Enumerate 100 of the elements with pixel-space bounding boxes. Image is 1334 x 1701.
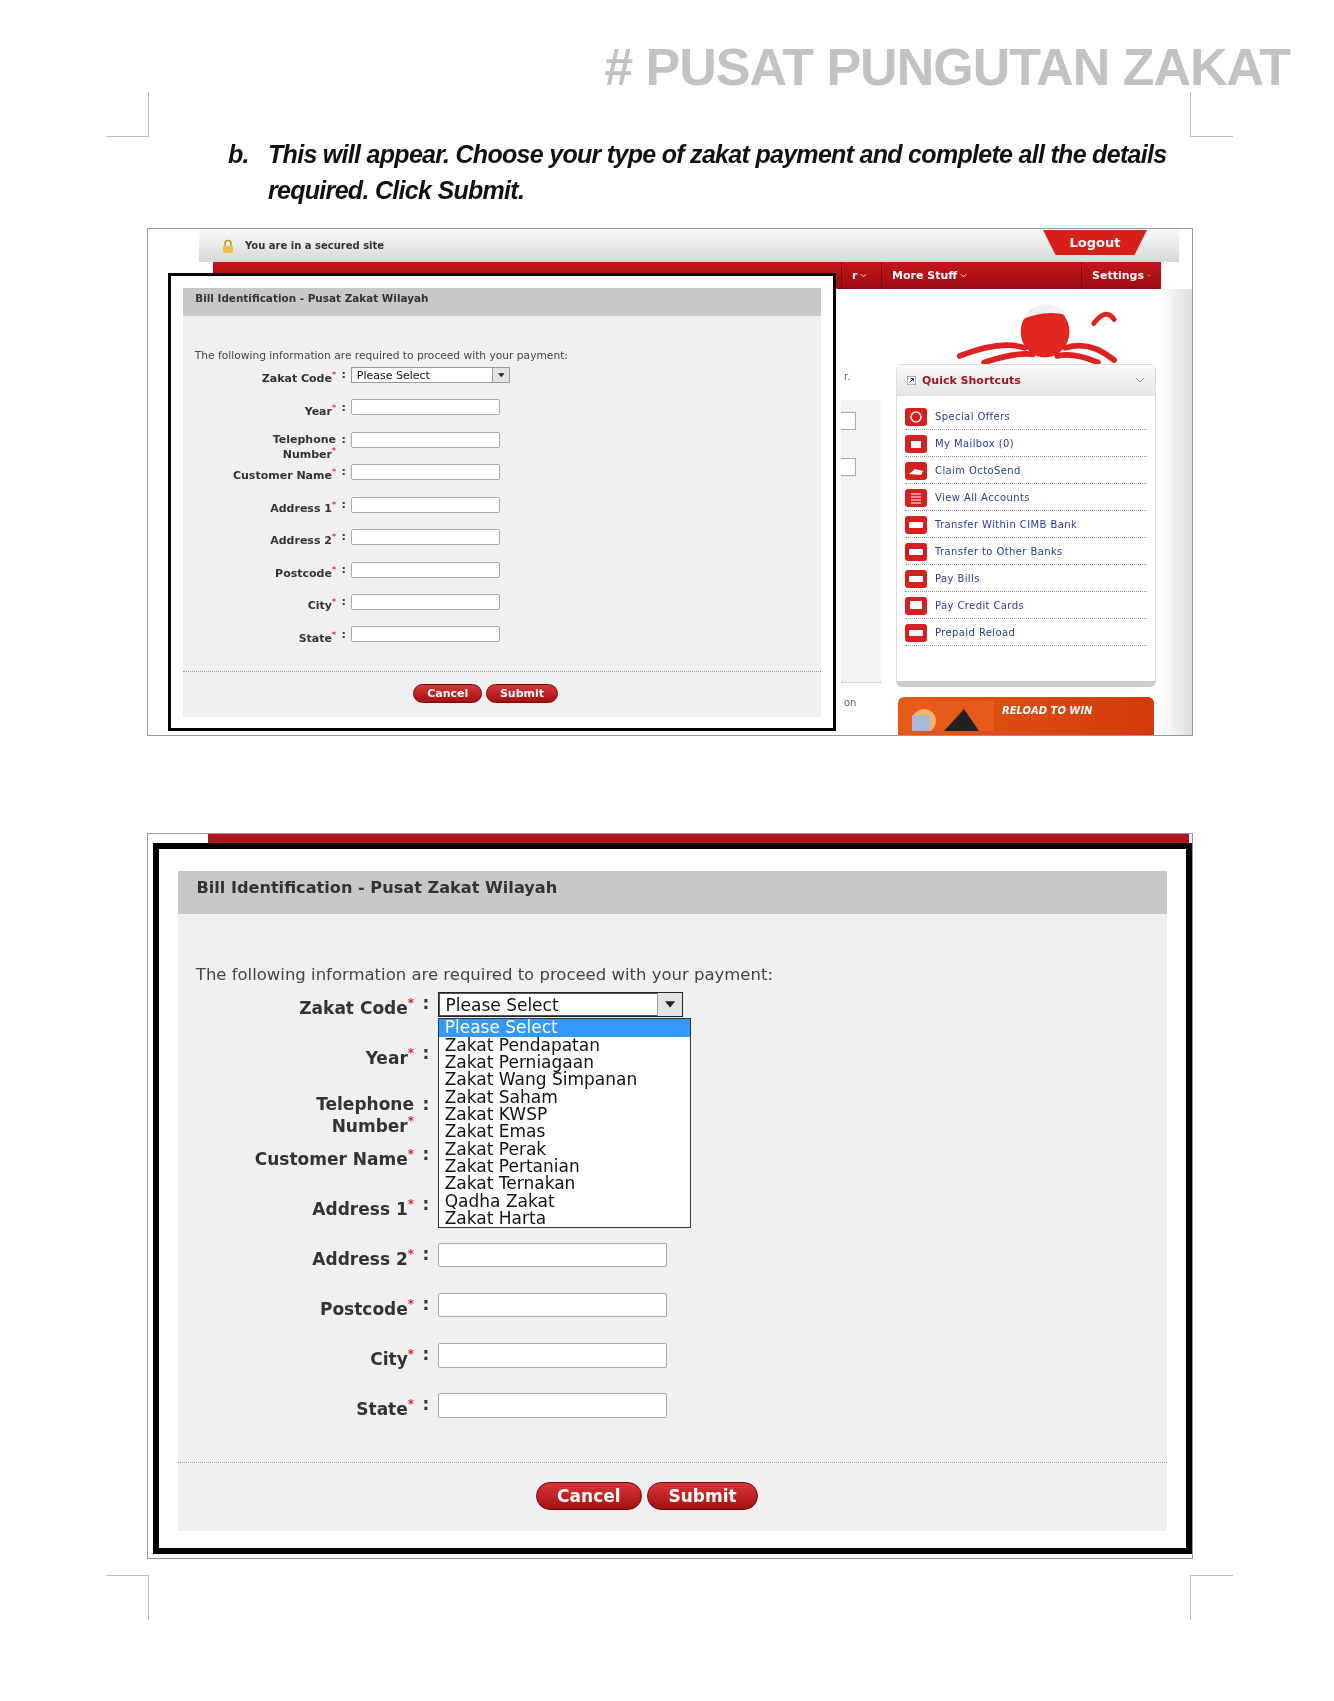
padlock-icon: [221, 238, 235, 253]
colon: :: [421, 1142, 431, 1163]
text-field[interactable]: [351, 594, 500, 610]
intro-text: The following information are required to proceed with your payment:: [195, 964, 774, 984]
form-button[interactable]: Submit: [485, 684, 559, 704]
nav-menu-item[interactable]: Settings: [1081, 262, 1161, 289]
zakat-code-dropdown[interactable]: Please Select: [437, 991, 683, 1018]
dropdown-option[interactable]: Zakat Wang Simpanan: [438, 1071, 691, 1089]
shortcut-link[interactable]: Pay Credit Cards: [935, 600, 1025, 612]
colon: :: [340, 561, 347, 575]
form-button[interactable]: Submit: [647, 1481, 759, 1511]
field-label: Address 1$^{*}$: [311, 1195, 414, 1218]
field-label: City$^{*}$: [369, 1346, 414, 1368]
dropdown-option[interactable]: Zakat Saham: [438, 1088, 691, 1106]
field-label: Postcode$^{*}$: [274, 563, 336, 579]
offer-badge-icon: [905, 407, 927, 426]
text-field[interactable]: [351, 626, 500, 643]
colon: :: [421, 1092, 431, 1113]
crop-mark: [1190, 92, 1233, 137]
form-button[interactable]: Cancel: [535, 1481, 642, 1511]
list-icon: [905, 488, 927, 507]
page-text: on: [843, 697, 858, 708]
field-label: Postcode$^{*}$: [318, 1296, 414, 1318]
text-field[interactable]: [437, 1292, 668, 1318]
banner-text: RELOAD TO WIN: [1002, 704, 1093, 716]
zakat-code-dropdown[interactable]: Please Select: [351, 367, 510, 384]
nav-menu-item[interactable]: More Stuff: [881, 262, 1081, 289]
envelope-icon: [905, 434, 927, 453]
text-field[interactable]: [351, 561, 500, 578]
credit-card-icon: [905, 596, 927, 615]
panel-title: Quick Shortcuts: [922, 373, 1022, 387]
shortcut-link[interactable]: Claim OctoSend: [935, 465, 1021, 477]
colon: :: [340, 432, 347, 446]
shortcut-link[interactable]: View All Accounts: [935, 492, 1030, 504]
field-label: Year$^{*}$: [364, 1045, 414, 1068]
colon: :: [340, 529, 347, 543]
colon: :: [421, 992, 431, 1013]
page-text: r.: [843, 371, 852, 382]
field-label: Customer Name$^{*}$: [231, 466, 336, 482]
colon: :: [421, 1293, 431, 1314]
colon: :: [421, 1042, 431, 1063]
intro-text: The following information are required to proceed with your payment:: [194, 348, 569, 362]
text-field[interactable]: [437, 1242, 668, 1268]
form-button[interactable]: Cancel: [412, 684, 483, 704]
card-icon: [905, 542, 927, 561]
shortcut-link[interactable]: Prepaid Reload: [935, 627, 1016, 639]
dropdown-option[interactable]: Zakat Ternakan: [438, 1175, 691, 1193]
field-label: Telephone Number$^{*}$: [271, 432, 336, 460]
form-title: Bill Identification - Pusat Zakat Wilayah: [196, 878, 558, 898]
chevron-down-icon: [1146, 273, 1151, 278]
colon: :: [421, 1192, 431, 1213]
crop-mark: [106, 92, 149, 137]
field-label: Zakat Code$^{*}$: [298, 995, 414, 1017]
field-label: Zakat Code$^{*}$: [260, 369, 336, 384]
promo-banner[interactable]: RELOAD TO WIN: [898, 696, 1154, 735]
colon: :: [340, 594, 347, 608]
dropdown-option[interactable]: Zakat Pendapatan: [438, 1036, 691, 1054]
text-field[interactable]: [437, 1393, 668, 1418]
text-field[interactable]: [351, 464, 500, 481]
form-title: Bill Identification - Pusat Zakat Wilayah: [195, 291, 429, 304]
dropdown-option[interactable]: Zakat KWSP: [438, 1106, 691, 1124]
dropdown-option[interactable]: Zakat Perniagaan: [438, 1053, 691, 1072]
chevron-down-icon[interactable]: [1135, 377, 1145, 384]
colon: :: [340, 626, 347, 640]
card-icon: [905, 515, 927, 534]
dropdown-option[interactable]: Zakat Harta: [438, 1210, 691, 1228]
step-marker: b.: [228, 139, 250, 170]
shortcut-link[interactable]: Pay Bills: [935, 573, 980, 585]
colon: :: [340, 464, 347, 478]
field-label: Telephone Number$^{*}$: [315, 1092, 414, 1135]
instruction-text: This will appear. Choose your type of zakat payment and complete all the details required. Click Submit.: [268, 139, 1168, 206]
logout-button[interactable]: Logout: [1043, 230, 1147, 255]
dropdown-option[interactable]: Zakat Perak: [438, 1140, 691, 1159]
field-label: Year$^{*}$: [303, 401, 336, 417]
chevron-down-icon: [860, 273, 868, 278]
shortcut-link[interactable]: Transfer Within CIMB Bank: [935, 519, 1078, 531]
colon: :: [421, 1343, 431, 1364]
shortcut-arrow-icon: [907, 375, 916, 385]
text-field[interactable]: [351, 529, 500, 546]
text-field[interactable]: [437, 1342, 668, 1368]
field-label: Customer Name$^{*}$: [253, 1145, 414, 1168]
field-label: Address 2$^{*}$: [269, 531, 336, 546]
shortcut-link[interactable]: Transfer to Other Banks: [935, 546, 1063, 558]
colon: :: [340, 367, 347, 381]
field-label: State$^{*}$: [355, 1396, 414, 1419]
text-field[interactable]: [351, 496, 500, 513]
shortcut-link[interactable]: Special Offers: [935, 411, 1011, 423]
field-label: City$^{*}$: [306, 596, 336, 611]
dropdown-option[interactable]: Zakat Emas: [438, 1123, 691, 1141]
crop-mark: [106, 1575, 149, 1620]
shortcut-link[interactable]: My Mailbox (0): [935, 438, 1015, 450]
colon: :: [421, 1393, 431, 1414]
crop-mark: [1190, 1575, 1233, 1620]
text-field[interactable]: [351, 399, 500, 416]
chevron-down-icon: [960, 273, 968, 278]
dropdown-option[interactable]: Zakat Pertanian: [438, 1158, 691, 1176]
text-field[interactable]: [351, 431, 500, 448]
dropdown-option[interactable]: Qadha Zakat: [438, 1192, 691, 1211]
page-heading: # PUSAT PUNGUTAN ZAKAT: [604, 38, 1290, 96]
nav-menu-item[interactable]: r: [841, 262, 881, 289]
